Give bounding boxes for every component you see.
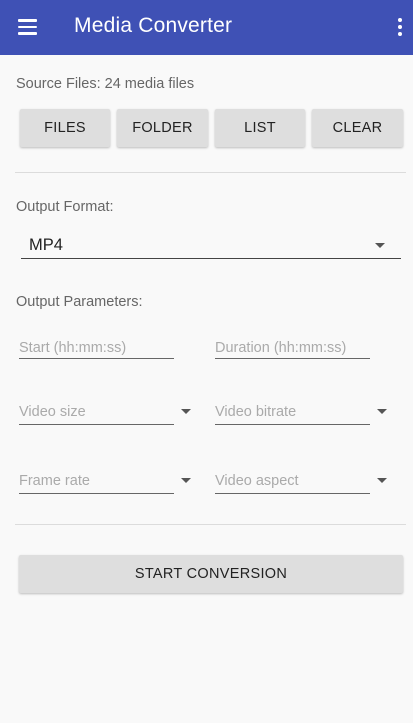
files-button[interactable]: FILES xyxy=(20,109,110,147)
triangle-down-icon xyxy=(375,243,385,248)
output-format-label: Output Format: xyxy=(16,199,114,215)
select-underline xyxy=(215,424,370,425)
triangle-down-icon xyxy=(377,478,387,483)
video-size-label: Video size xyxy=(19,404,86,420)
clear-button[interactable]: CLEAR xyxy=(312,109,403,147)
output-format-value: MP4 xyxy=(29,236,63,254)
folder-button[interactable]: FOLDER xyxy=(117,109,208,147)
duration-placeholder: Duration (hh:mm:ss) xyxy=(215,340,347,356)
divider xyxy=(15,172,406,173)
triangle-down-icon xyxy=(181,409,191,414)
start-conversion-button[interactable]: START CONVERSION xyxy=(19,555,403,593)
overflow-menu-icon[interactable] xyxy=(393,15,407,39)
app-bar: Media Converter xyxy=(0,0,413,55)
list-button[interactable]: LIST xyxy=(215,109,305,147)
input-underline xyxy=(19,358,174,359)
hamburger-menu-icon[interactable] xyxy=(14,15,40,39)
video-bitrate-label: Video bitrate xyxy=(215,404,297,420)
source-files-label: Source Files: 24 media files xyxy=(16,76,195,92)
triangle-down-icon xyxy=(181,478,191,483)
select-underline xyxy=(19,493,174,494)
select-underline xyxy=(215,493,370,494)
divider xyxy=(15,524,406,525)
input-underline xyxy=(215,358,370,359)
select-underline xyxy=(19,424,174,425)
frame-rate-label: Frame rate xyxy=(19,473,90,489)
output-parameters-label: Output Parameters: xyxy=(16,294,143,310)
video-aspect-label: Video aspect xyxy=(215,473,299,489)
start-time-placeholder: Start (hh:mm:ss) xyxy=(19,340,127,356)
select-underline xyxy=(21,258,401,259)
app-title: Media Converter xyxy=(74,14,233,37)
triangle-down-icon xyxy=(377,409,387,414)
